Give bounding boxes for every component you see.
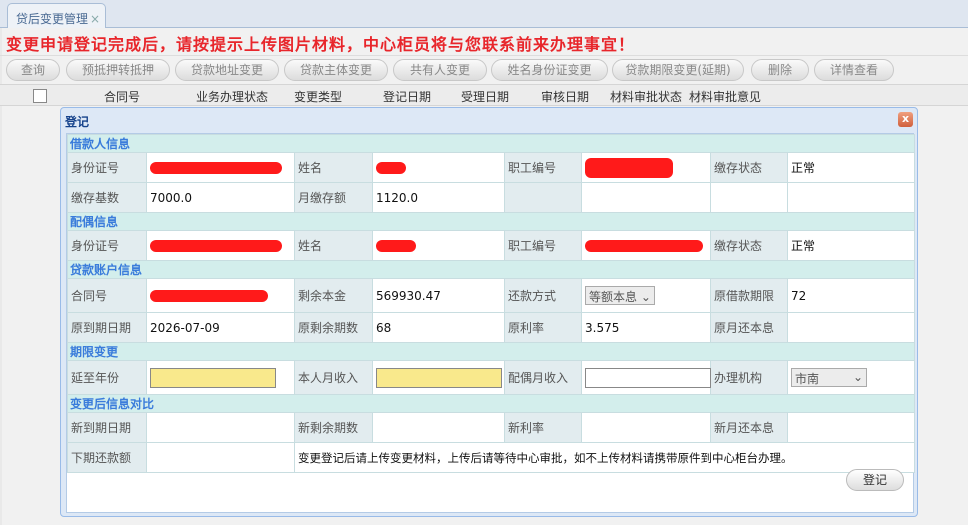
tab-strip: 贷后变更管理 × xyxy=(0,0,968,29)
spouse-status: 正常 xyxy=(786,230,916,261)
label: 还款方式 xyxy=(504,278,582,313)
redacted-name xyxy=(376,240,416,252)
tab-label: 贷后变更管理 xyxy=(16,12,89,26)
label: 延至年份 xyxy=(67,360,147,395)
spouse-income-input[interactable] xyxy=(585,367,711,388)
own-income-input[interactable] xyxy=(376,367,502,388)
register-dialog: 登记 x 借款人信息 身份证号 姓名 职工编号 缴存状态 正常 缴存基数 700… xyxy=(60,107,918,517)
section-account: 贷款账户信息 xyxy=(66,260,916,279)
close-icon[interactable]: × xyxy=(90,12,100,26)
redacted-emp-no xyxy=(585,157,673,178)
repay-method-value: 等额本息 xyxy=(589,290,638,304)
org-value: 市南 xyxy=(795,372,820,386)
deposit-base: 7000.0 xyxy=(146,182,295,213)
label: 身份证号 xyxy=(67,152,147,183)
notice-text: 变更申请登记完成后，请按提示上传图片材料，中心柜员将与您联系前来办理事宜！ xyxy=(6,35,636,54)
label: 新月还本息 xyxy=(710,412,788,443)
warning-text: 变更登记后请上传变更材料，上传后请等待中心审批，如不上传材料请携带原件到中心柜台… xyxy=(293,442,916,473)
grid-header: 合同号 业务办理状态 变更类型 登记日期 受理日期 审核日期 材料审批状态 材料… xyxy=(0,84,968,106)
original-due-date: 2026-07-09 xyxy=(146,312,295,343)
label: 职工编号 xyxy=(504,230,582,261)
register-button[interactable]: 登记 xyxy=(846,469,904,491)
extend-year-input[interactable] xyxy=(150,367,276,388)
name-id-change-button[interactable]: 姓名身份证变更 xyxy=(491,59,608,81)
tab-loan-change[interactable]: 贷后变更管理 × xyxy=(7,3,106,29)
delete-button[interactable]: 删除 xyxy=(751,59,809,81)
label: 身份证号 xyxy=(67,230,147,261)
original-rate: 3.575 xyxy=(581,312,711,343)
col-material-opinion[interactable]: 材料审批意见 xyxy=(689,88,761,105)
label: 缴存基数 xyxy=(67,182,147,213)
subject-change-button[interactable]: 贷款主体变更 xyxy=(284,59,388,81)
label: 原利率 xyxy=(504,312,582,343)
label: 新剩余期数 xyxy=(294,412,373,443)
label: 办理机构 xyxy=(710,360,788,395)
col-register-date[interactable]: 登记日期 xyxy=(383,88,431,105)
register-form: 借款人信息 身份证号 姓名 职工编号 缴存状态 正常 缴存基数 7000.0 月… xyxy=(66,134,916,473)
borrower-status: 正常 xyxy=(786,152,916,183)
org-select[interactable]: 市南 ⌄ xyxy=(791,368,867,387)
label: 缴存状态 xyxy=(710,152,788,183)
label: 职工编号 xyxy=(504,152,582,183)
col-review-date[interactable]: 审核日期 xyxy=(541,88,589,105)
redacted-id xyxy=(150,162,282,174)
label: 月缴存额 xyxy=(294,182,373,213)
detail-button[interactable]: 详情查看 xyxy=(814,59,894,81)
address-change-button[interactable]: 贷款地址变更 xyxy=(175,59,279,81)
label: 剩余本金 xyxy=(294,278,373,313)
close-icon[interactable]: x xyxy=(898,112,913,127)
select-all-checkbox[interactable] xyxy=(33,89,47,103)
redacted-emp-no xyxy=(585,240,703,252)
col-contract[interactable]: 合同号 xyxy=(104,88,140,105)
label: 配偶月收入 xyxy=(504,360,582,395)
label: 下期还款额 xyxy=(67,442,147,473)
toolbar: 查询 预抵押转抵押 贷款地址变更 贷款主体变更 共有人变更 姓名身份证变更 贷款… xyxy=(0,55,968,82)
label: 原借款期限 xyxy=(710,278,788,313)
section-term-change: 期限变更 xyxy=(66,342,916,361)
label: 新利率 xyxy=(504,412,582,443)
redacted-name xyxy=(376,162,406,174)
section-compare: 变更后信息对比 xyxy=(66,394,916,413)
pre-mortgage-button[interactable]: 预抵押转抵押 xyxy=(66,59,170,81)
section-borrower: 借款人信息 xyxy=(66,134,916,153)
query-button[interactable]: 查询 xyxy=(6,59,60,81)
label: 原到期日期 xyxy=(67,312,147,343)
label: 本人月收入 xyxy=(294,360,373,395)
repay-method-select[interactable]: 等额本息 ⌄ xyxy=(585,286,655,305)
label: 姓名 xyxy=(294,230,373,261)
dialog-title: 登记 xyxy=(65,115,90,129)
col-accept-date[interactable]: 受理日期 xyxy=(461,88,509,105)
remaining-periods: 68 xyxy=(372,312,505,343)
redacted-id xyxy=(150,240,282,252)
redacted-contract xyxy=(150,290,268,302)
col-type[interactable]: 变更类型 xyxy=(294,88,342,105)
dialog-body: 借款人信息 身份证号 姓名 职工编号 缴存状态 正常 缴存基数 7000.0 月… xyxy=(66,133,916,513)
remaining-principal: 569930.47 xyxy=(372,278,505,313)
col-material-status[interactable]: 材料审批状态 xyxy=(610,88,682,105)
section-spouse: 配偶信息 xyxy=(66,212,916,231)
term-change-button[interactable]: 贷款期限变更(延期) xyxy=(612,59,744,81)
label: 姓名 xyxy=(294,152,373,183)
label: 缴存状态 xyxy=(710,230,788,261)
co-owner-change-button[interactable]: 共有人变更 xyxy=(393,59,487,81)
label: 合同号 xyxy=(67,278,147,313)
label: 原剩余期数 xyxy=(294,312,373,343)
label: 原月还本息 xyxy=(710,312,788,343)
monthly-deposit: 1120.0 xyxy=(372,182,505,213)
original-term: 72 xyxy=(786,278,916,313)
label: 新到期日期 xyxy=(67,412,147,443)
col-status[interactable]: 业务办理状态 xyxy=(196,88,268,105)
